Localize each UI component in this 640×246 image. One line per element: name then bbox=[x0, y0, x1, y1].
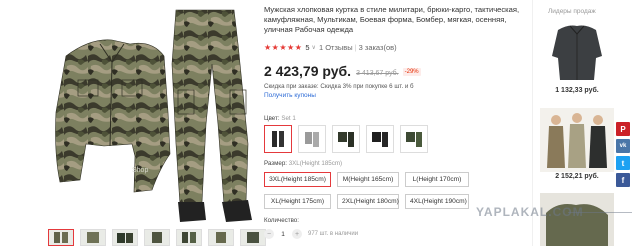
chevron-down-icon[interactable]: ∨ bbox=[312, 44, 316, 51]
quantity-label: Количество: bbox=[264, 217, 299, 224]
best-seller-price-1[interactable]: 1 132,33 руб. bbox=[532, 87, 622, 94]
pinterest-icon[interactable]: P bbox=[616, 122, 630, 136]
rating-row: ★★★★★ 5 ∨ 1 Отзывы | 3 заказ(ов) bbox=[264, 42, 526, 52]
price-row: 2 423,79 руб. 3 413,67 руб. -29% bbox=[264, 62, 526, 78]
rating-stars: ★★★★★ bbox=[264, 42, 303, 52]
best-seller-image-2[interactable] bbox=[540, 108, 614, 172]
best-seller-image-3[interactable] bbox=[540, 193, 614, 246]
best-seller-image-1[interactable] bbox=[540, 20, 614, 84]
old-price: 3 413,67 руб. bbox=[356, 70, 399, 77]
size-option-4xl[interactable]: 4XL(Height 190cm) bbox=[405, 194, 469, 209]
thumbnail[interactable] bbox=[144, 229, 170, 246]
product-title: Мужская хлопковая куртка в стиле милитар… bbox=[264, 5, 520, 34]
thumbnail[interactable] bbox=[240, 229, 266, 246]
thumbnail[interactable] bbox=[208, 229, 234, 246]
color-swatch-set-1[interactable] bbox=[264, 125, 292, 153]
current-price: 2 423,79 руб. bbox=[264, 63, 352, 79]
color-label-text: Цвет: bbox=[264, 115, 280, 122]
thumbnail[interactable] bbox=[176, 229, 202, 246]
size-option-l[interactable]: L(Height 170cm) bbox=[405, 172, 469, 187]
color-swatch-set-4[interactable] bbox=[366, 125, 394, 153]
orders-count: 3 заказ(ов) bbox=[358, 42, 397, 52]
product-info: Мужская хлопковая куртка в стиле милитар… bbox=[264, 5, 526, 239]
watermark-line bbox=[568, 212, 632, 213]
quantity-decrease-button[interactable]: − bbox=[264, 229, 274, 239]
thumbnail[interactable] bbox=[80, 229, 106, 246]
reviews-link[interactable]: 1 Отзывы bbox=[319, 43, 353, 52]
size-option-2xl[interactable]: 2XL(Height 180cm) bbox=[337, 194, 399, 209]
thumbnail[interactable] bbox=[112, 229, 138, 246]
order-discount-note: Скидка при заказе: Скидка 3% при покупке… bbox=[264, 83, 414, 90]
thumbnail[interactable] bbox=[48, 229, 74, 246]
get-coupons-link[interactable]: Получить купоны bbox=[264, 92, 526, 102]
thumbnail-strip bbox=[48, 229, 266, 246]
color-swatch-set-3[interactable] bbox=[332, 125, 360, 153]
twitter-icon[interactable]: t bbox=[616, 156, 630, 170]
product-gallery: Shop bbox=[0, 0, 266, 246]
quantity-input[interactable]: 1 bbox=[274, 231, 292, 238]
vk-icon[interactable]: vk bbox=[616, 139, 630, 153]
rating-separator: | bbox=[354, 42, 357, 52]
color-swatch-set-2[interactable] bbox=[298, 125, 326, 153]
color-selected-value: Set 1 bbox=[281, 115, 296, 122]
quantity-increase-button[interactable]: + bbox=[292, 229, 302, 239]
quantity-stepper: − 1 + 977 шт. в наличии bbox=[264, 229, 358, 239]
size-options: 3XL(Height 185cm) M(Height 165cm) L(Heig… bbox=[264, 172, 526, 209]
stock-count: 977 шт. в наличии bbox=[308, 231, 359, 237]
color-swatch-set-5[interactable] bbox=[400, 125, 428, 153]
facebook-icon[interactable]: f bbox=[616, 173, 630, 187]
size-option-3xl[interactable]: 3XL(Height 185cm) bbox=[264, 172, 331, 187]
size-label: Размер: 3XL(Height 185cm) bbox=[264, 160, 342, 168]
rating-score: 5 bbox=[305, 42, 310, 52]
product-main-image[interactable]: Shop bbox=[40, 4, 256, 226]
color-options bbox=[264, 125, 428, 153]
discount-badge: -29% bbox=[402, 68, 421, 76]
size-option-xl[interactable]: XL(Height 175cm) bbox=[264, 194, 331, 209]
size-option-m[interactable]: M(Height 165cm) bbox=[337, 172, 399, 187]
size-label-text: Размер: bbox=[264, 160, 287, 167]
best-sellers-title: Лидеры продаж bbox=[548, 8, 596, 15]
brand-label: Shop bbox=[132, 167, 148, 174]
color-label: Цвет: Set 1 bbox=[264, 115, 296, 123]
best-seller-price-2[interactable]: 2 152,21 руб. bbox=[532, 173, 622, 180]
size-selected-value: 3XL(Height 185cm) bbox=[288, 160, 343, 167]
